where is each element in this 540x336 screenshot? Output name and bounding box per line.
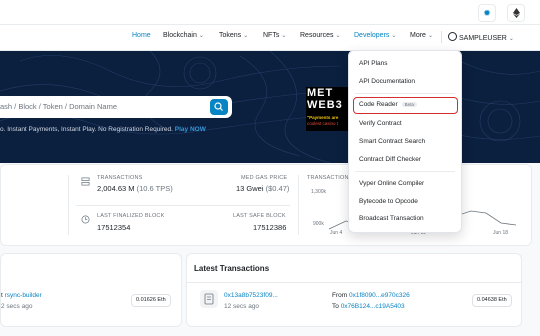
last-safe-block[interactable]: 17512386: [253, 223, 286, 232]
menu-item-api-documentation[interactable]: API Documentation: [359, 78, 415, 85]
last-finalized-block[interactable]: 17512354: [97, 223, 130, 232]
transaction-hash-link[interactable]: 0x13a8b7523f09...: [224, 292, 278, 299]
search-input[interactable]: ash / Block / Token / Domain Name: [0, 96, 232, 118]
chevron-down-icon: ⌄: [391, 33, 397, 39]
nav-home[interactable]: Home: [132, 32, 151, 39]
menu-item-api-plans[interactable]: API Plans: [359, 60, 388, 67]
stats-divider: [68, 175, 69, 235]
nav-tokens[interactable]: Tokens ⌄: [219, 32, 248, 39]
menu-divider: [355, 93, 455, 94]
from-address-link[interactable]: 0x1f8090...e970c326: [349, 292, 410, 299]
developers-dropdown-menu: API Plans API Documentation Code Reader B…: [348, 50, 462, 233]
search-icon: [214, 102, 223, 111]
menu-item-bytecode-to-opcode[interactable]: Bytecode to Opcode: [359, 198, 418, 205]
nav-divider: [441, 31, 442, 43]
chevron-down-icon: ⌄: [281, 33, 287, 39]
latest-blocks-card: t rsync-builder 2 secs ago 0.01626 Eth: [0, 253, 182, 327]
to-address-link[interactable]: 0x76B124...c19A5403: [341, 303, 405, 310]
play-now-link[interactable]: Play NOW: [175, 126, 206, 133]
nav-more[interactable]: More ⌄: [410, 32, 433, 39]
user-circle-icon: [448, 32, 457, 41]
chevron-down-icon: ⌄: [508, 36, 514, 42]
chevron-down-icon: ⌄: [335, 33, 341, 39]
nav-resources[interactable]: Resources ⌄: [300, 32, 341, 39]
transaction-icon: [200, 290, 218, 308]
nav-blockchain[interactable]: Blockchain ⌄: [163, 32, 204, 39]
block-icon: [81, 215, 90, 224]
beta-badge: Beta: [401, 101, 417, 107]
hero-sponsored-text: o. Instant Payments, Instant Play. No Re…: [0, 126, 206, 133]
menu-item-broadcast-transaction[interactable]: Broadcast Transaction: [359, 215, 424, 222]
chevron-down-icon: ⌄: [243, 33, 249, 39]
transaction-to: To 0x76B124...c19A5403: [332, 303, 405, 310]
chevron-down-icon: ⌄: [198, 33, 204, 39]
nav-developers[interactable]: Developers ⌄: [354, 32, 396, 39]
menu-item-smart-contract-search[interactable]: Smart Contract Search: [359, 138, 425, 145]
nav-nfts[interactable]: NFTs ⌄: [263, 32, 286, 39]
chevron-down-icon: ⌄: [427, 33, 433, 39]
transactions-value: 2,004.63 M (10.6 TPS): [97, 184, 173, 193]
search-button[interactable]: [210, 99, 228, 115]
transaction-age: 12 secs ago: [224, 303, 260, 310]
menu-item-verify-contract[interactable]: Verify Contract: [359, 120, 402, 127]
server-icon: [81, 177, 90, 186]
latest-transactions-title: Latest Transactions: [194, 264, 270, 273]
menu-divider: [355, 171, 455, 172]
transaction-from: From 0x1f8090...e970c326: [332, 292, 410, 299]
menu-item-vyper-online-compiler[interactable]: Vyper Online Compiler: [359, 180, 424, 187]
user-menu[interactable]: SAMPLEUSER ⌄: [448, 32, 514, 42]
stats-divider: [298, 175, 299, 235]
stats-divider: [76, 205, 290, 206]
builder-link[interactable]: rsync-builder: [5, 292, 42, 299]
main-nav: Home Blockchain ⌄ Tokens ⌄ NFTs ⌄ Resources…: [0, 25, 540, 51]
card-divider: [187, 282, 521, 283]
top-bar: ✹: [0, 0, 540, 25]
gas-price-value: 13 Gwei ($0.47): [236, 184, 290, 193]
menu-item-contract-diff-checker[interactable]: Contract Diff Checker: [359, 156, 421, 163]
block-reward-badge: 0.01626 Eth: [131, 294, 171, 307]
ethereum-icon[interactable]: [507, 4, 525, 22]
block-builder: t rsync-builder: [1, 292, 42, 299]
menu-item-code-reader[interactable]: Code Reader Beta: [359, 101, 417, 108]
transaction-value-badge: 0.04638 Eth: [472, 294, 512, 307]
latest-transactions-card: Latest Transactions 0x13a8b7523f09... 12…: [186, 253, 522, 327]
theme-toggle-icon[interactable]: ✹: [478, 4, 496, 22]
